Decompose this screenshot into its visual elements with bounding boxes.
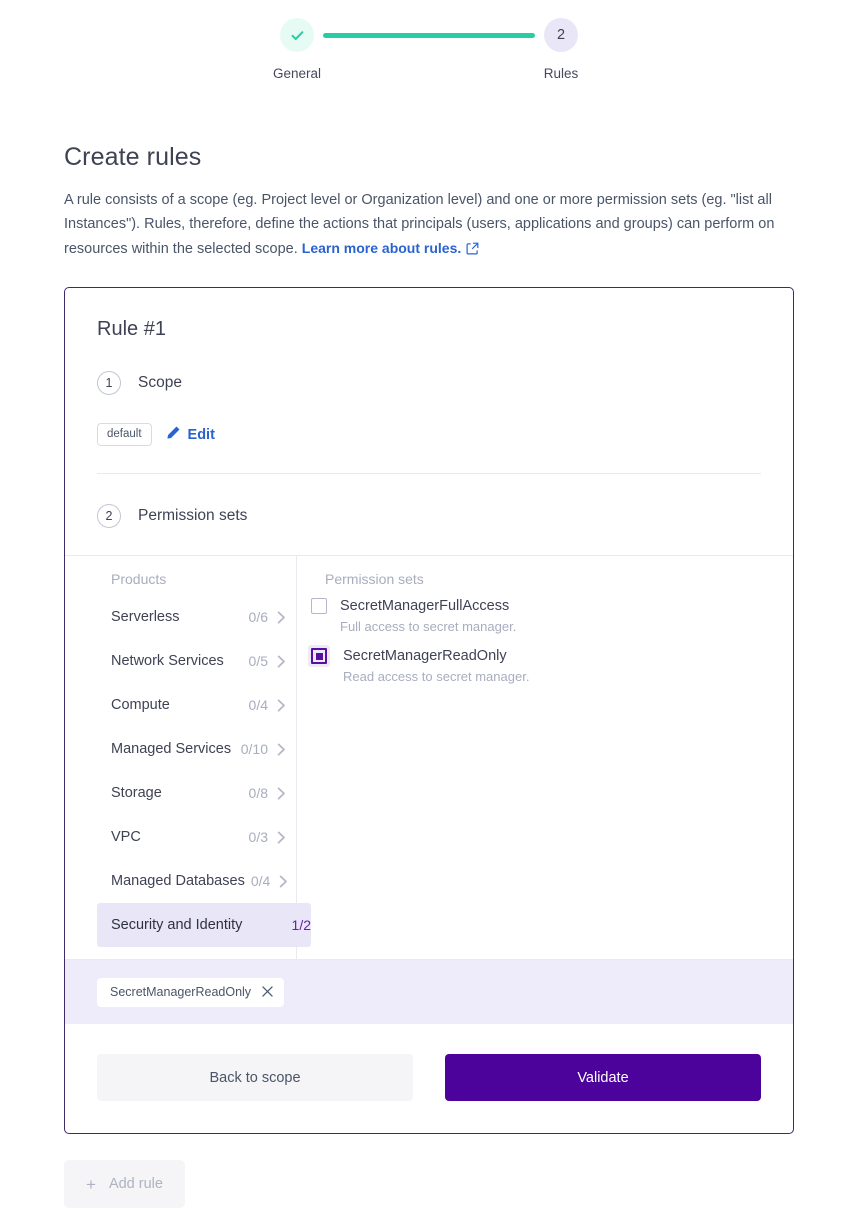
product-count: 0/6	[248, 609, 268, 625]
permission-set-name: SecretManagerFullAccess	[340, 598, 510, 614]
permission-set-name: SecretManagerReadOnly	[343, 648, 507, 664]
pencil-icon	[166, 425, 181, 444]
page-title: Create rules	[64, 143, 202, 171]
product-count: 0/4	[248, 697, 268, 713]
product-name: Managed Services	[111, 741, 232, 757]
edit-scope-label: Edit	[187, 426, 215, 443]
rule-title: Rule #1	[97, 318, 166, 340]
step-general-label: General	[272, 66, 322, 81]
product-row[interactable]: Storage 0/8	[97, 771, 296, 815]
product-count: 0/8	[248, 785, 268, 801]
page-content: Create rules A rule consists of a scope …	[0, 143, 858, 1208]
back-to-scope-button[interactable]: Back to scope	[97, 1054, 413, 1101]
permission-section-title: Permission sets	[138, 507, 248, 524]
chip-container: SecretManagerReadOnly	[97, 977, 285, 1007]
permission-set-description: Read access to secret manager.	[343, 669, 530, 684]
add-rule-label: Add rule	[108, 1176, 163, 1192]
product-row[interactable]: Managed Databases 0/4	[97, 859, 296, 903]
scope-section-header: 1 Scope	[97, 371, 761, 395]
chevron-right-icon	[277, 611, 286, 624]
step-general[interactable]: General	[273, 18, 321, 81]
plus-icon: +	[86, 1174, 96, 1194]
step-rules-number: 2	[556, 27, 566, 43]
product-name: Compute	[111, 697, 170, 713]
check-icon	[289, 27, 306, 44]
learn-more-link[interactable]: Learn more about rules.	[302, 240, 461, 256]
chevron-right-icon	[277, 831, 286, 844]
chevron-right-icon	[277, 699, 286, 712]
stepper-connector-line	[323, 32, 535, 38]
edit-scope-button[interactable]: Edit	[166, 425, 215, 444]
permission-set-text: SecretManagerFullAccess Full access to se…	[340, 595, 516, 637]
scope-step-number: 1	[97, 371, 121, 395]
checkbox-checked-icon[interactable]	[308, 645, 330, 667]
step-rules-label: Rules	[543, 66, 579, 81]
scope-row: default Edit	[97, 423, 761, 446]
close-icon[interactable]	[262, 986, 273, 997]
scope-section-title: Scope	[138, 374, 182, 391]
product-count: 0/5	[248, 653, 268, 669]
chevron-right-icon	[277, 655, 286, 668]
permission-picker: Products Serverless 0/6 Network Services 0/…	[65, 555, 793, 960]
product-row[interactable]: Serverless 0/6	[97, 595, 296, 639]
product-name: Storage	[111, 785, 162, 801]
rule-card: Rule #1 1 Scope default Edit 2 Permissio…	[64, 287, 794, 1134]
permission-set-item[interactable]: SecretManagerFullAccess Full access to se…	[311, 595, 761, 637]
external-link-icon	[466, 239, 479, 263]
card-actions: Back to scope Validate	[65, 1024, 793, 1133]
product-count: 0/4	[250, 873, 271, 889]
selected-chips-bar: SecretManagerReadOnly	[65, 960, 793, 1024]
product-count: 0/10	[240, 741, 268, 757]
chevron-right-icon	[279, 875, 288, 888]
chip-label: SecretManagerReadOnly	[110, 984, 252, 999]
checkbox-unchecked-icon[interactable]	[311, 598, 327, 614]
permission-sets-column: Permission sets SecretManagerFullAccess F…	[297, 556, 761, 959]
step-general-bubble[interactable]	[280, 18, 314, 52]
product-name: VPC	[111, 829, 141, 845]
product-row[interactable]: Network Services 0/5	[97, 639, 296, 683]
product-name: Network Services	[111, 653, 224, 669]
validate-button[interactable]: Validate	[445, 1054, 761, 1101]
product-name: Security and Identity	[111, 917, 243, 933]
permission-set-item[interactable]: SecretManagerReadOnly Read access to secr…	[308, 645, 761, 687]
progress-stepper: General 2 Rules	[0, 0, 858, 81]
permission-sets-list: SecretManagerFullAccess Full access to se…	[308, 595, 761, 687]
permission-section-header: 2 Permission sets	[97, 504, 761, 528]
scope-badge: default	[97, 423, 152, 446]
step-rules[interactable]: 2 Rules	[541, 18, 581, 81]
product-count: 0/3	[248, 829, 268, 845]
add-rule-button[interactable]: + Add rule	[64, 1160, 185, 1208]
permission-step-number: 2	[97, 504, 121, 528]
rule-card-body: Rule #1 1 Scope default Edit 2 Permissio…	[65, 288, 793, 960]
page-description: A rule consists of a scope (eg. Project …	[64, 188, 794, 263]
section-divider	[97, 473, 761, 474]
step-rules-bubble[interactable]: 2	[544, 18, 578, 52]
permission-set-text: SecretManagerReadOnly Read access to secr…	[343, 645, 529, 687]
product-name: Serverless	[111, 609, 180, 625]
products-column: Products Serverless 0/6 Network Services 0/…	[97, 556, 311, 959]
product-row[interactable]: Managed Services 0/10	[97, 727, 296, 771]
product-row[interactable]: Security and Identity 1/2	[97, 903, 311, 947]
product-row[interactable]: VPC 0/3	[97, 815, 296, 859]
product-row[interactable]: Compute 0/4	[97, 683, 296, 727]
chevron-right-icon	[277, 743, 286, 756]
product-name: Managed Databases	[111, 873, 245, 889]
chevron-right-icon	[277, 787, 286, 800]
products-list: Serverless 0/6 Network Services 0/5 Compute 0…	[97, 595, 311, 947]
products-column-header: Products	[111, 571, 167, 587]
permission-set-description: Full access to secret manager.	[340, 619, 517, 634]
permission-sets-column-header: Permission sets	[325, 571, 424, 587]
selected-permission-chip: SecretManagerReadOnly	[97, 977, 285, 1007]
